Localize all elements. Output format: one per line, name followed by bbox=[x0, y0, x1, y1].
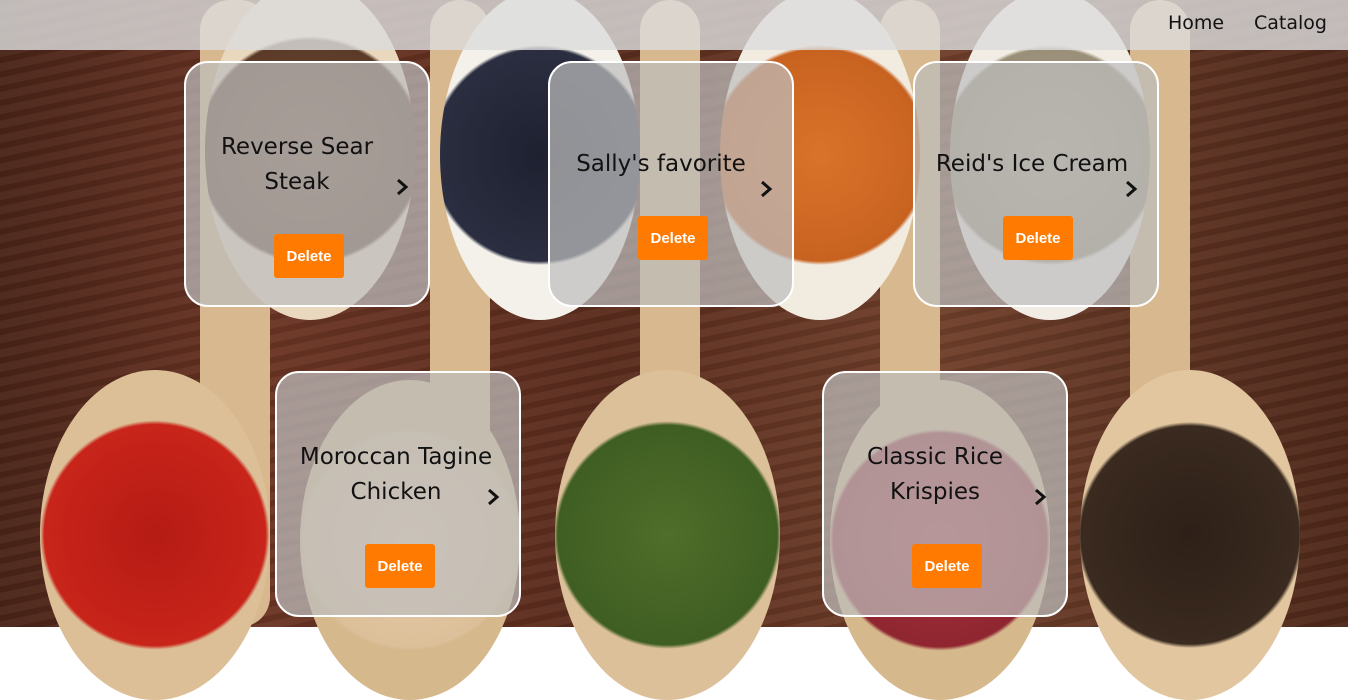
delete-button[interactable]: Delete bbox=[365, 544, 435, 588]
recipe-card[interactable]: Moroccan Tagine Chicken Delete bbox=[275, 371, 521, 617]
herb-spoon bbox=[555, 370, 780, 700]
recipe-card[interactable]: Classic Rice Krispies Delete bbox=[822, 371, 1068, 617]
black-pepper-spoon bbox=[1080, 370, 1300, 700]
delete-button[interactable]: Delete bbox=[274, 234, 344, 278]
paprika-spoon bbox=[40, 370, 270, 700]
recipe-card[interactable]: Reid's Ice Cream Delete bbox=[913, 61, 1159, 307]
chevron-right-icon[interactable] bbox=[1121, 179, 1141, 199]
delete-button[interactable]: Delete bbox=[1003, 216, 1073, 260]
delete-button[interactable]: Delete bbox=[912, 544, 982, 588]
chevron-right-icon[interactable] bbox=[756, 179, 776, 199]
recipe-card[interactable]: Reverse Sear Steak Delete bbox=[184, 61, 430, 307]
recipe-title: Classic Rice Krispies bbox=[866, 444, 1004, 505]
recipe-title: Reverse Sear Steak bbox=[220, 134, 374, 195]
recipe-title: Moroccan Tagine Chicken bbox=[299, 444, 493, 505]
chevron-right-icon[interactable] bbox=[1030, 487, 1050, 507]
chevron-right-icon[interactable] bbox=[483, 487, 503, 507]
recipe-title: Sally's favorite bbox=[576, 151, 746, 177]
delete-button[interactable]: Delete bbox=[638, 216, 708, 260]
nav-home-link[interactable]: Home bbox=[1168, 12, 1224, 34]
recipe-title: Reid's Ice Cream bbox=[935, 151, 1129, 177]
recipe-card[interactable]: Sally's favorite Delete bbox=[548, 61, 794, 307]
chevron-right-icon[interactable] bbox=[392, 177, 412, 197]
top-navbar: Home Catalog bbox=[0, 0, 1348, 50]
nav-catalog-link[interactable]: Catalog bbox=[1254, 12, 1327, 34]
